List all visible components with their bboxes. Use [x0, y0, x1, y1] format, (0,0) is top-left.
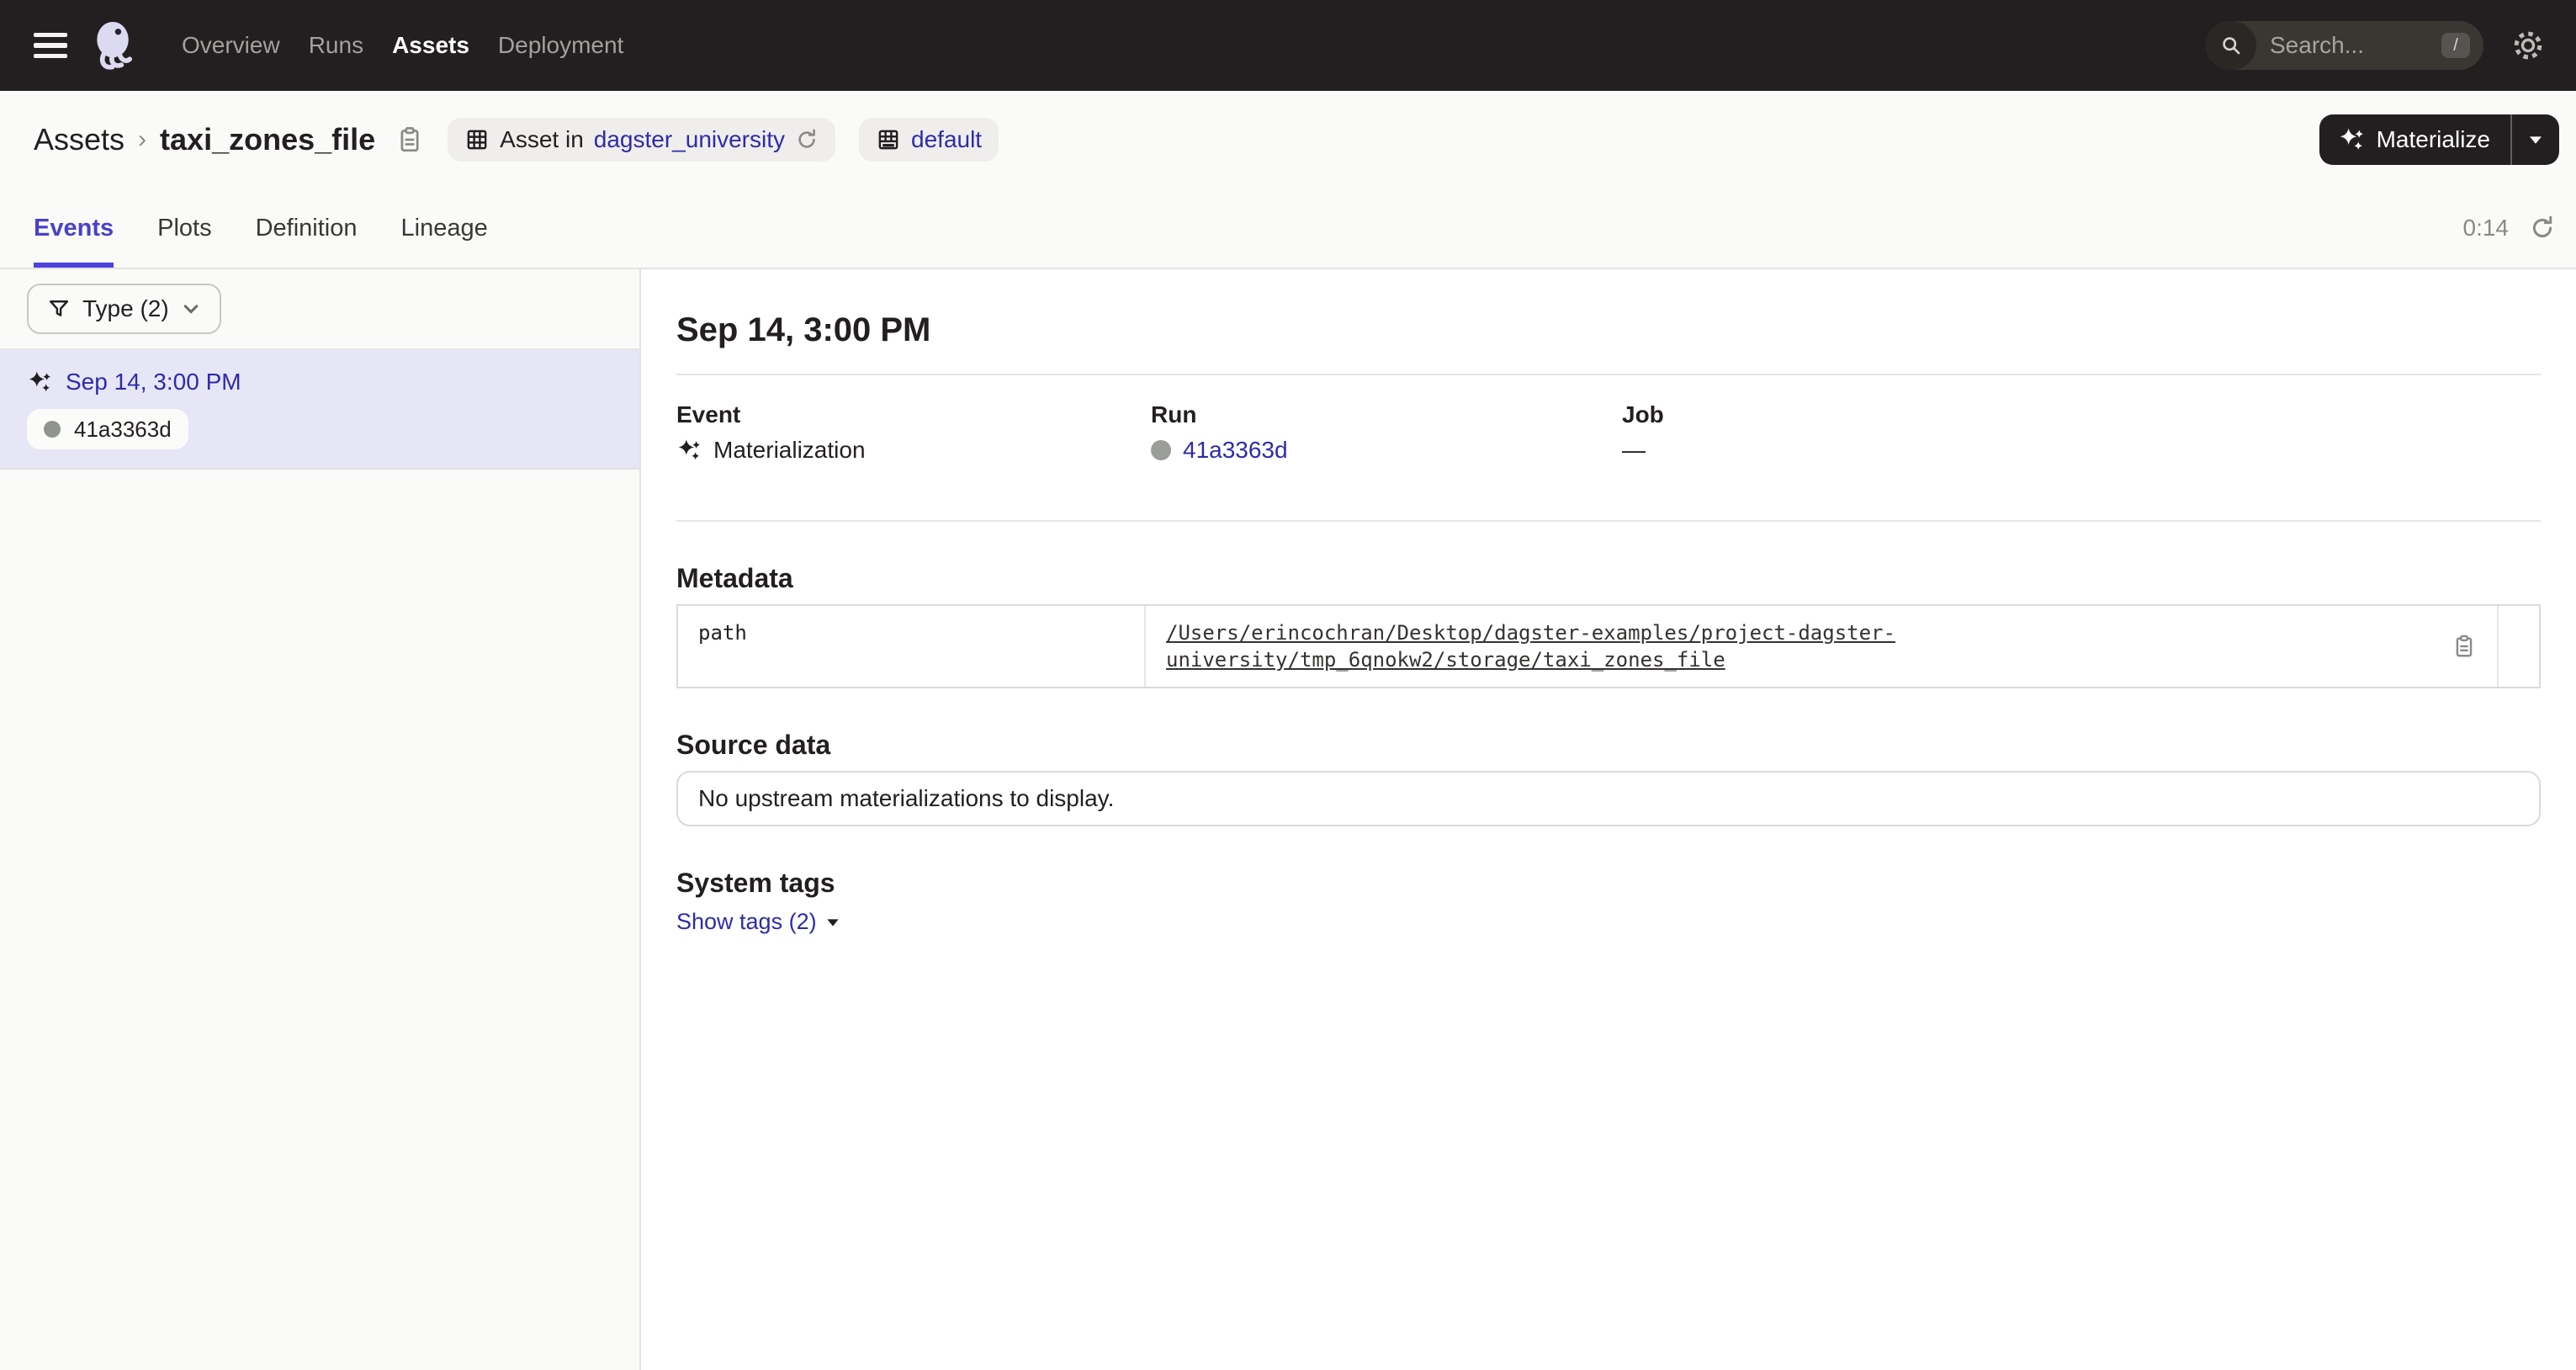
code-location-link[interactable]: dagster_university: [594, 126, 785, 153]
run-id-link[interactable]: 41a3363d: [1183, 436, 1288, 465]
event-timestamp: Sep 14, 3:00 PM: [66, 369, 241, 396]
event-list-item[interactable]: Sep 14, 3:00 PM 41a3363d: [0, 350, 639, 470]
system-tags-heading: System tags: [676, 865, 2541, 900]
nav-item-deployment[interactable]: Deployment: [498, 32, 623, 59]
event-column: Event Materialization: [676, 401, 1151, 465]
show-tags-toggle[interactable]: Show tags (2): [676, 909, 840, 935]
refresh-area: 0:14: [2463, 215, 2557, 242]
divider: [676, 374, 2541, 375]
metadata-heading: Metadata: [676, 560, 2541, 596]
global-search[interactable]: /: [2206, 21, 2483, 70]
asset-header-row: Assets › taxi_zones_file Asset in dagste…: [0, 91, 2576, 189]
search-shortcut-key: /: [2441, 33, 2470, 58]
divider: [676, 520, 2541, 522]
event-detail-panel: Sep 14, 3:00 PM Event Materializatio: [641, 269, 2576, 1370]
materialization-sparkle-icon: [676, 438, 702, 463]
nav-item-assets[interactable]: Assets: [392, 32, 469, 59]
metadata-value-cell: /Users/erincochran/Desktop/dagster-examp…: [1146, 606, 2499, 687]
caret-down-icon: [825, 915, 840, 930]
asset-group-icon: [876, 127, 901, 152]
tab-lineage[interactable]: Lineage: [401, 189, 488, 268]
source-data-heading: Source data: [676, 727, 2541, 762]
run-column-label: Run: [1151, 401, 1622, 429]
materialize-dropdown-caret-icon[interactable]: [2512, 114, 2559, 165]
metadata-spacer-cell: [2499, 606, 2539, 687]
chevron-down-icon: [181, 299, 201, 319]
settings-gear-icon[interactable]: [2510, 28, 2546, 63]
event-summary-grid: Event Materialization Run: [676, 401, 2541, 465]
asset-group-link[interactable]: default: [911, 126, 982, 153]
metadata-key-cell: path: [678, 606, 1146, 687]
asset-name: taxi_zones_file: [160, 122, 375, 157]
job-column-label: Job: [1622, 401, 2541, 429]
tab-definition[interactable]: Definition: [256, 189, 358, 268]
run-id-badge[interactable]: 41a3363d: [27, 409, 188, 449]
top-nav: Overview Runs Assets Deployment /: [0, 0, 2576, 91]
copy-asset-name-icon[interactable]: [395, 125, 424, 154]
asset-location-pill: Asset in dagster_university: [448, 118, 835, 162]
run-column: Run 41a3363d: [1151, 401, 1622, 465]
metadata-table: path /Users/erincochran/Desktop/dagster-…: [676, 604, 2541, 688]
funnel-icon: [47, 297, 71, 321]
job-empty-value: —: [1622, 436, 1646, 465]
materialization-sparkle-icon: [27, 369, 52, 395]
body: Type (2): [0, 269, 2576, 1370]
event-list-sidebar: Type (2): [0, 269, 641, 1370]
filter-bar: Type (2): [0, 269, 639, 350]
asset-group-pill: default: [859, 118, 999, 162]
asset-tabs: Events Plots Definition Lineage: [34, 189, 488, 268]
run-status-dot: [1151, 440, 1171, 460]
source-data-empty-message: No upstream materializations to display.: [698, 785, 1114, 811]
job-column: Job —: [1622, 401, 2541, 465]
search-icon: [2206, 21, 2256, 70]
reload-location-icon[interactable]: [795, 128, 819, 151]
dagster-app: Overview Runs Assets Deployment /: [0, 0, 2576, 1370]
materialize-split-button: Materialize: [2319, 114, 2559, 165]
event-type-value: Materialization: [713, 436, 866, 465]
nav-item-overview[interactable]: Overview: [182, 32, 280, 59]
run-id-text: 41a3363d: [74, 417, 172, 443]
refresh-countdown: 0:14: [2463, 215, 2510, 242]
top-nav-right: /: [2206, 21, 2546, 70]
breadcrumb-assets-link[interactable]: Assets: [34, 122, 125, 157]
tab-events[interactable]: Events: [34, 189, 114, 268]
breadcrumb-separator: ›: [138, 125, 146, 154]
type-filter-label: Type (2): [82, 295, 169, 322]
run-status-dot: [44, 421, 61, 438]
event-heading: Sep 14, 3:00 PM: [676, 308, 2541, 352]
nav-item-runs[interactable]: Runs: [309, 32, 363, 59]
sparkle-icon: [2338, 126, 2365, 153]
materialize-button[interactable]: Materialize: [2319, 114, 2510, 165]
copy-path-icon[interactable]: [2451, 634, 2477, 659]
search-input[interactable]: [2256, 32, 2441, 59]
top-nav-links: Overview Runs Assets Deployment: [182, 32, 623, 59]
type-filter-button[interactable]: Type (2): [27, 284, 221, 334]
table-grid-icon: [464, 127, 490, 152]
show-tags-label: Show tags (2): [676, 909, 817, 935]
tab-plots[interactable]: Plots: [157, 189, 211, 268]
materialize-label: Materialize: [2377, 126, 2490, 153]
asset-in-label: Asset in: [500, 126, 584, 153]
source-data-empty-box: No upstream materializations to display.: [676, 771, 2541, 826]
dagster-logo-icon[interactable]: [89, 19, 140, 72]
breadcrumb: Assets › taxi_zones_file: [34, 122, 424, 157]
hamburger-menu-icon[interactable]: [34, 33, 67, 58]
metadata-path-link[interactable]: /Users/erincochran/Desktop/dagster-examp…: [1166, 619, 2440, 673]
asset-tabs-row: Events Plots Definition Lineage 0:14: [0, 189, 2576, 269]
refresh-icon[interactable]: [2529, 215, 2556, 242]
event-column-label: Event: [676, 401, 1151, 429]
